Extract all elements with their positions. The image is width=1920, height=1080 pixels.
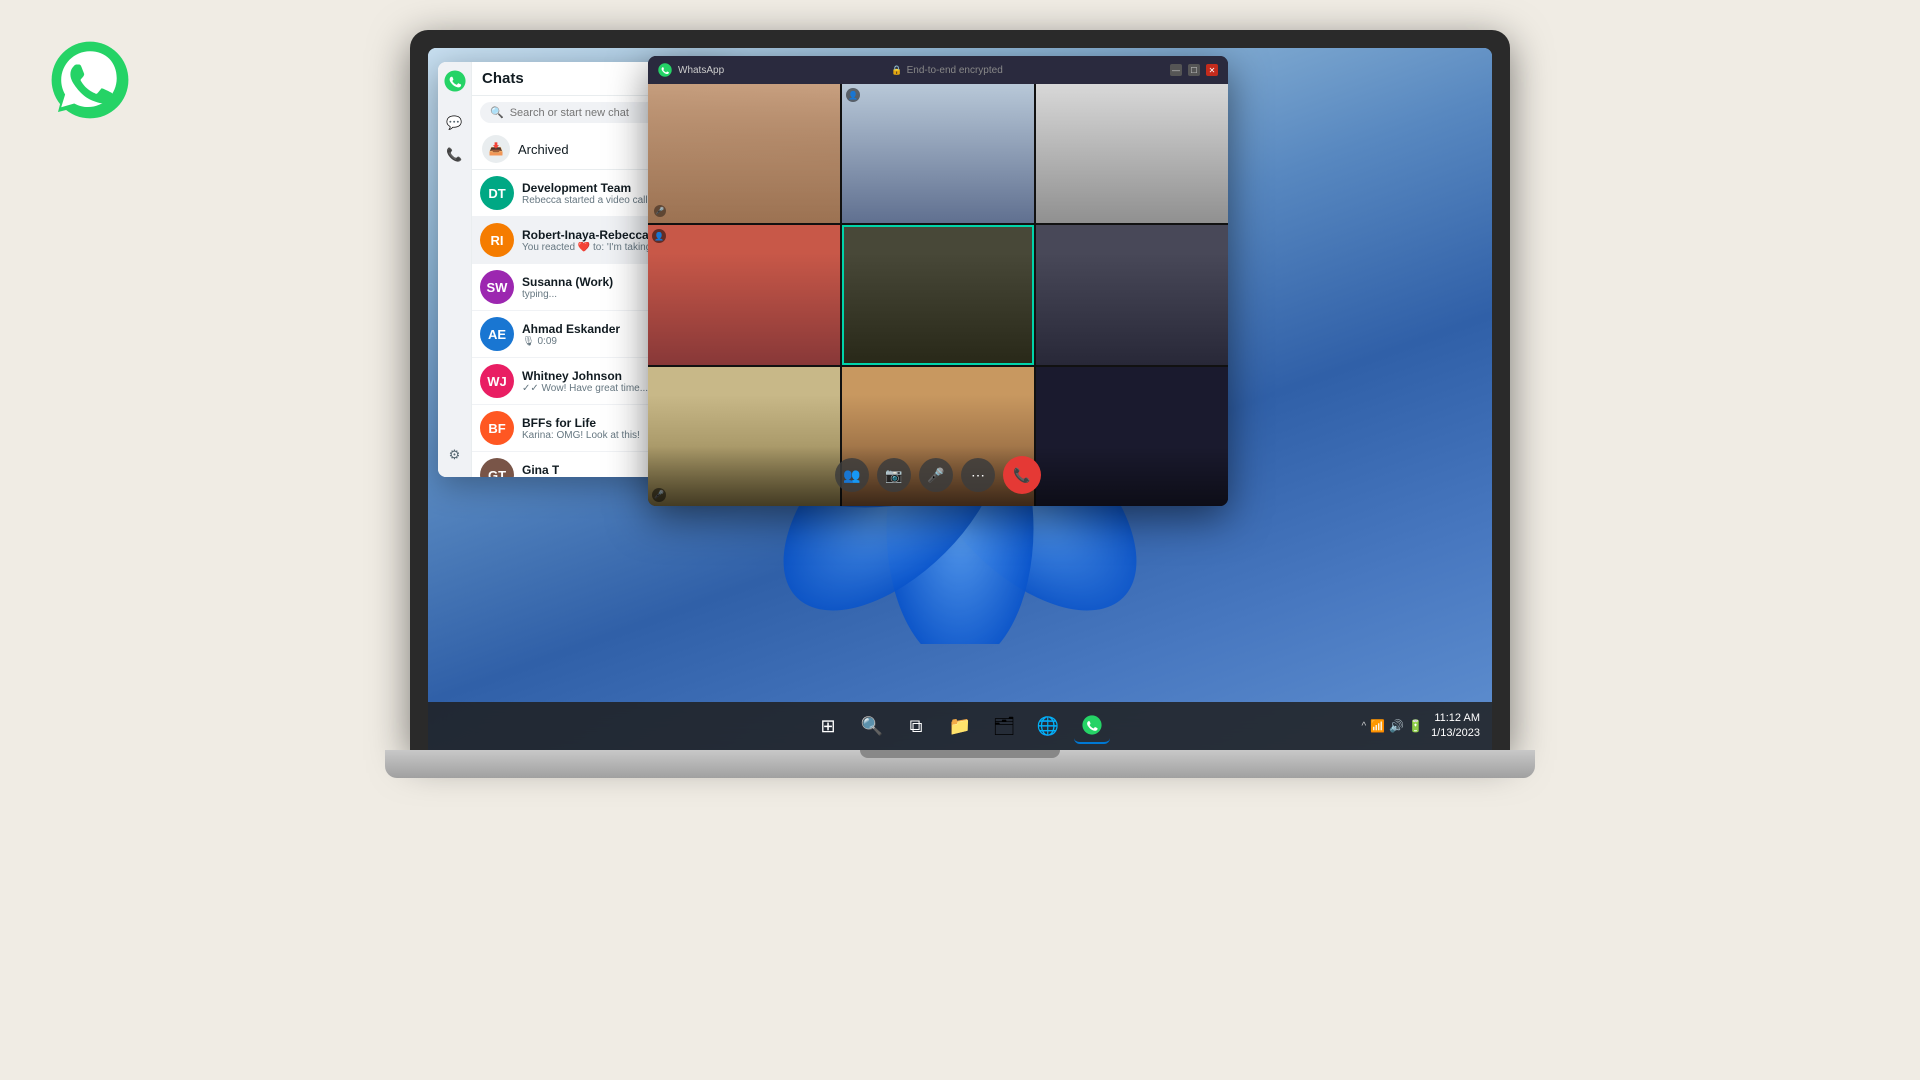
laptop-base — [385, 750, 1535, 778]
vc-title-center: 🔒 End-to-end encrypted — [891, 65, 1002, 76]
avatar: SW — [480, 270, 514, 304]
taskbar-clock[interactable]: 11:12 AM 1/13/2023 — [1431, 711, 1480, 742]
whatsapp-taskbar-button[interactable] — [1074, 708, 1110, 744]
avatar: DT — [480, 176, 514, 210]
taskbar: ⊞ 🔍 ⧉ 📁 🗂 🌐 ^ � — [428, 702, 1492, 750]
volume-icon[interactable]: 🔊 — [1389, 719, 1404, 733]
chats-title: Chats — [482, 70, 524, 87]
chat-name: Gina T — [522, 463, 559, 477]
nav-chats-icon[interactable]: 💬 — [441, 109, 469, 137]
chat-name: Whitney Johnson — [522, 369, 622, 383]
avatar: GT — [480, 458, 514, 477]
taskbar-right: ^ 📶 🔊 🔋 11:12 AM 1/13/2023 — [1362, 711, 1481, 742]
laptop-hinge — [860, 750, 1060, 758]
laptop-screen: RI Robert-Inaya-Rebc... Robert Harris, R… — [428, 48, 1492, 750]
video-cell-6 — [1036, 225, 1228, 364]
battery-icon[interactable]: 🔋 — [1408, 719, 1423, 733]
more-icon: ⋯ — [971, 467, 985, 484]
participants-button[interactable]: 👥 — [835, 458, 869, 492]
vc-window-controls: — ☐ ✕ — [1170, 64, 1218, 76]
vc-status: End-to-end encrypted — [907, 65, 1003, 76]
avatar: BF — [480, 411, 514, 445]
whatsapp-logo-topleft — [50, 40, 130, 120]
avatar: RI — [480, 223, 514, 257]
taskbar-center: ⊞ 🔍 ⧉ 📁 🗂 🌐 — [810, 708, 1110, 744]
wifi-icon[interactable]: 📶 — [1370, 719, 1385, 733]
archived-icon: 📥 — [482, 135, 510, 163]
laptop-container: RI Robert-Inaya-Rebc... Robert Harris, R… — [150, 30, 1770, 1060]
chat-name: Ahmad Eskander — [522, 322, 620, 336]
taskbar-date-display: 1/13/2023 — [1431, 726, 1480, 741]
sidebar-nav: 💬 📞 ⚙ — [438, 62, 472, 477]
person-video-4: 👤 — [648, 225, 840, 364]
video-cell-2: 👤 — [842, 84, 1034, 223]
vc-controls: 👥 📷 🎤 ⋯ 📞 — [835, 456, 1041, 494]
chat-name: BFFs for Life — [522, 416, 596, 430]
maximize-button[interactable]: ☐ — [1188, 64, 1200, 76]
minimize-button[interactable]: — — [1170, 64, 1182, 76]
avatar: AE — [480, 317, 514, 351]
person-video-1: 🎤 — [648, 84, 840, 223]
video-cell-1: 🎤 — [648, 84, 840, 223]
close-button[interactable]: ✕ — [1206, 64, 1218, 76]
nav-settings-icon[interactable]: ⚙ — [441, 441, 469, 469]
chat-name: Susanna (Work) — [522, 275, 613, 289]
taskbar-time-display: 11:12 AM — [1431, 711, 1480, 726]
files-button[interactable]: 🗂 — [986, 708, 1022, 744]
camera-button[interactable]: 📷 — [877, 458, 911, 492]
video-cell-3 — [1036, 84, 1228, 223]
mute-button[interactable]: 🎤 — [919, 458, 953, 492]
task-view-button[interactable]: ⧉ — [898, 708, 934, 744]
explorer-button[interactable]: 📁 — [942, 708, 978, 744]
system-tray: ^ 📶 🔊 🔋 — [1362, 719, 1424, 733]
chat-name: Development Team — [522, 181, 631, 195]
vc-titlebar: WhatsApp 🔒 End-to-end encrypted — ☐ ✕ — [648, 56, 1228, 84]
participants-icon: 👥 — [843, 467, 860, 484]
search-taskbar-button[interactable]: 🔍 — [854, 708, 890, 744]
more-options-button[interactable]: ⋯ — [961, 458, 995, 492]
person-video-3 — [1036, 84, 1228, 223]
mic-indicator-1: 🎤 — [654, 205, 666, 217]
mute-icon: 🎤 — [927, 467, 944, 484]
archived-label: Archived — [518, 142, 569, 157]
video-grid: 🎤 👤 👤 — [648, 84, 1228, 506]
edge-button[interactable]: 🌐 — [1030, 708, 1066, 744]
video-cell-5 — [842, 225, 1034, 364]
vc-title-left: WhatsApp — [658, 63, 724, 77]
participant-indicator-2: 👤 — [846, 88, 860, 102]
chat-name: Robert-Inaya-Rebecca — [522, 228, 649, 242]
person-video-6 — [1036, 225, 1228, 364]
person-video-2: 👤 — [842, 84, 1034, 223]
camera-icon: 📷 — [885, 467, 902, 484]
video-call-window: WhatsApp 🔒 End-to-end encrypted — ☐ ✕ — [648, 56, 1228, 506]
avatar: WJ — [480, 364, 514, 398]
vc-app-title: WhatsApp — [678, 65, 724, 76]
end-call-icon: 📞 — [1013, 467, 1030, 484]
end-call-button[interactable]: 📞 — [1003, 456, 1041, 494]
chevron-up-icon[interactable]: ^ — [1362, 721, 1367, 732]
person-video-5 — [842, 225, 1034, 364]
wa-logo-small — [444, 70, 466, 97]
nav-calls-icon[interactable]: 📞 — [441, 141, 469, 169]
search-icon: 🔍 — [490, 106, 504, 119]
start-button[interactable]: ⊞ — [810, 708, 846, 744]
participant-indicator-4: 👤 — [652, 229, 666, 243]
laptop-bezel: RI Robert-Inaya-Rebc... Robert Harris, R… — [410, 30, 1510, 750]
video-cell-4: 👤 — [648, 225, 840, 364]
